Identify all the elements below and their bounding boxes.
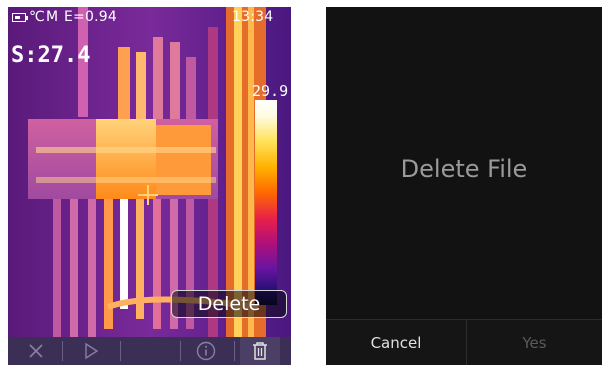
measure-mode: M	[46, 9, 59, 25]
emissivity-value: E=0.94	[64, 9, 117, 25]
battery-icon	[12, 13, 28, 22]
info-button[interactable]	[186, 337, 226, 365]
temperature-unit: ℃	[29, 9, 45, 25]
delete-popup-button[interactable]: Delete	[171, 290, 287, 318]
info-icon	[196, 341, 216, 361]
scale-max-value: 29.9	[252, 82, 289, 100]
close-icon	[29, 344, 43, 358]
close-button[interactable]	[18, 337, 54, 365]
clock-time: 13:34	[232, 9, 274, 25]
play-button[interactable]	[70, 337, 112, 365]
temperature-color-scale	[255, 100, 277, 305]
delete-button[interactable]	[240, 337, 280, 365]
trash-icon	[253, 342, 267, 360]
bottom-toolbar	[8, 337, 291, 365]
thermal-image-screen: ℃ M E=0.94 13:34 S:27.4 29.9 Delete	[8, 7, 291, 365]
cancel-button[interactable]: Cancel	[326, 320, 466, 365]
status-bar: ℃ M E=0.94 13:34	[8, 7, 291, 29]
delete-file-dialog-screen: Delete File Cancel Yes	[326, 7, 602, 365]
dialog-button-bar: Cancel Yes	[326, 319, 602, 365]
spot-temperature: S:27.4	[11, 43, 91, 68]
yes-button[interactable]: Yes	[467, 320, 602, 365]
dialog-title: Delete File	[400, 155, 528, 183]
play-icon	[85, 342, 99, 360]
